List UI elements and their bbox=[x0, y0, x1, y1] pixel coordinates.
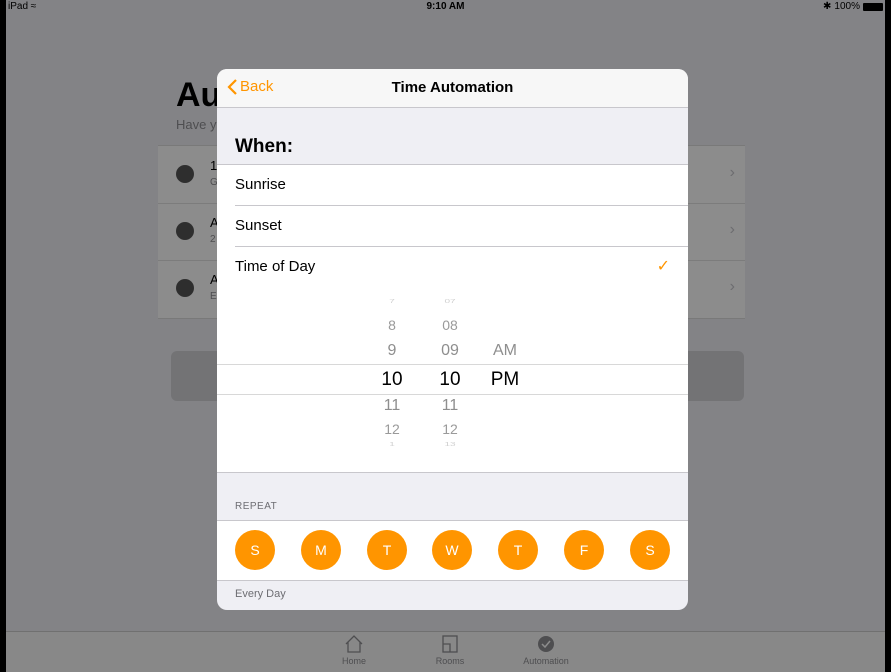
checkmark-icon: ✓ bbox=[656, 258, 670, 275]
option-sunrise[interactable]: Sunrise bbox=[235, 165, 688, 206]
repeat-section-header: REPEAT bbox=[235, 501, 278, 512]
sheet-nav-bar: Back Time Automation bbox=[217, 69, 688, 108]
picker-am-value: AM bbox=[493, 342, 517, 359]
option-label: Sunrise bbox=[235, 176, 286, 193]
repeat-days-row: S M T W T F S bbox=[217, 520, 688, 581]
day-toggle-friday[interactable]: F bbox=[564, 530, 604, 570]
option-sunset[interactable]: Sunset bbox=[235, 206, 688, 247]
picker-hour-value: 9 bbox=[387, 342, 397, 359]
day-toggle-monday[interactable]: M bbox=[301, 530, 341, 570]
day-toggle-saturday[interactable]: S bbox=[630, 530, 670, 570]
picker-hour-value: 11 bbox=[383, 397, 401, 414]
picker-minute-value: 08 bbox=[442, 317, 458, 333]
picker-hour-value: 12 bbox=[384, 421, 400, 437]
picker-hour-value: 1 bbox=[389, 441, 395, 448]
time-picker[interactable]: 7 8 9 10 11 12 1 07 08 09 10 11 12 13 AM bbox=[217, 284, 688, 473]
day-toggle-tuesday[interactable]: T bbox=[367, 530, 407, 570]
time-automation-sheet: Back Time Automation When: Sunrise Sunse… bbox=[217, 69, 688, 610]
picker-minute-value: 09 bbox=[441, 342, 459, 359]
option-time-of-day[interactable]: Time of Day ✓ bbox=[235, 247, 688, 288]
when-options-list: Sunrise Sunset Time of Day ✓ bbox=[217, 164, 688, 288]
picker-minute-value: 12 bbox=[442, 421, 458, 437]
picker-ampm-selected: PM bbox=[490, 369, 520, 390]
picker-hour-value: 8 bbox=[388, 317, 396, 333]
option-label: Time of Day bbox=[235, 258, 316, 275]
day-toggle-wednesday[interactable]: W bbox=[432, 530, 472, 570]
picker-minute-value: 13 bbox=[444, 441, 456, 448]
picker-hour-value: 7 bbox=[389, 298, 395, 305]
option-label: Sunset bbox=[235, 217, 282, 234]
repeat-summary: Every Day bbox=[235, 588, 286, 600]
picker-minute-value: 07 bbox=[444, 298, 456, 305]
picker-hour-selected: 10 bbox=[381, 369, 403, 390]
when-heading: When: bbox=[235, 136, 294, 157]
ipad-screen: iPad ≈ 9:10 AM ✱ 100% Au Have y 1 G › A … bbox=[6, 0, 885, 672]
picker-minute-value: 11 bbox=[441, 397, 459, 414]
sheet-title: Time Automation bbox=[391, 79, 514, 96]
picker-minute-selected: 10 bbox=[439, 369, 461, 390]
day-toggle-sunday[interactable]: S bbox=[235, 530, 275, 570]
day-toggle-thursday[interactable]: T bbox=[498, 530, 538, 570]
